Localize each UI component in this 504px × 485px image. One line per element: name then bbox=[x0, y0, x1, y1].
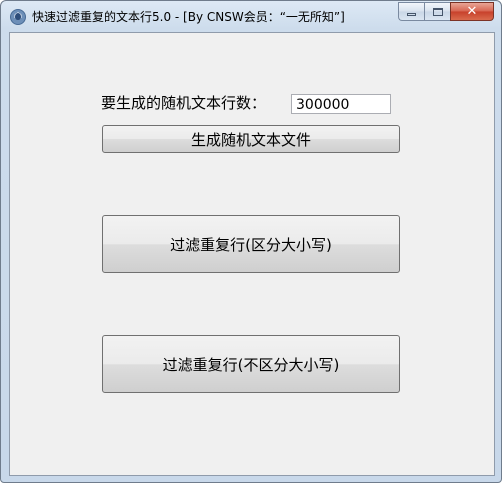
filter-case-insensitive-label: 过滤重复行(不区分大小写) bbox=[162, 355, 340, 374]
minimize-icon bbox=[407, 13, 416, 16]
filter-case-sensitive-label: 过滤重复行(区分大小写) bbox=[170, 235, 332, 254]
close-button[interactable]: ✕ bbox=[450, 2, 494, 21]
app-window: 快速过滤重复的文本行5.0 - [By CNSW会员：“一无所知”] ✕ 要生成… bbox=[0, 0, 502, 483]
generate-random-file-button[interactable]: 生成随机文本文件 bbox=[102, 125, 400, 153]
title-bar[interactable]: 快速过滤重复的文本行5.0 - [By CNSW会员：“一无所知”] ✕ bbox=[1, 1, 501, 31]
row-count-input[interactable] bbox=[291, 94, 391, 114]
filter-duplicates-case-insensitive-button[interactable]: 过滤重复行(不区分大小写) bbox=[102, 335, 400, 393]
filter-duplicates-case-sensitive-button[interactable]: 过滤重复行(区分大小写) bbox=[102, 215, 400, 273]
app-icon[interactable] bbox=[10, 9, 26, 25]
window-title: 快速过滤重复的文本行5.0 - [By CNSW会员：“一无所知”] bbox=[32, 10, 345, 24]
close-icon: ✕ bbox=[466, 4, 478, 19]
row-count-label: 要生成的随机文本行数： bbox=[101, 94, 267, 112]
minimize-button[interactable] bbox=[398, 2, 424, 21]
maximize-icon bbox=[432, 7, 443, 16]
maximize-button[interactable] bbox=[424, 2, 450, 21]
generate-random-file-label: 生成随机文本文件 bbox=[190, 130, 311, 149]
caption-buttons: ✕ bbox=[398, 2, 494, 22]
client-area: 要生成的随机文本行数： 生成随机文本文件 过滤重复行(区分大小写) 过滤重复行(… bbox=[9, 32, 495, 476]
